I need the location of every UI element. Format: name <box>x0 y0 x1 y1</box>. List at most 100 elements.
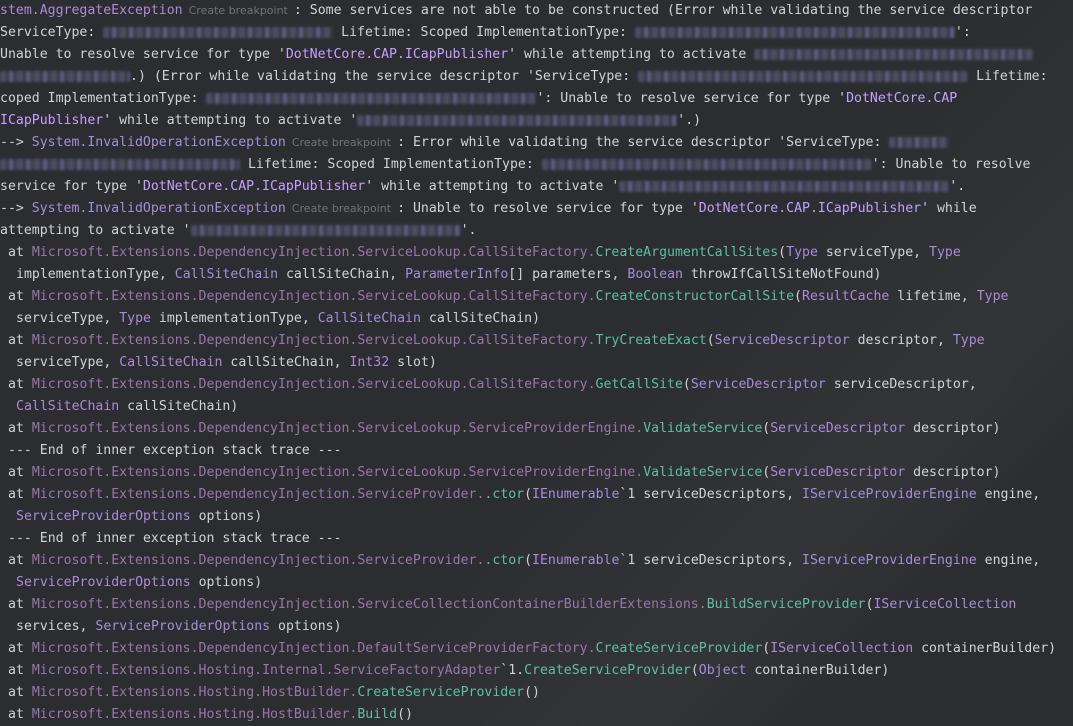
console-text: engine, <box>976 487 1041 502</box>
console-text: ServiceType: <box>0 25 104 40</box>
console-text: Type <box>929 245 961 260</box>
console-text: Lifetime: <box>968 69 1048 84</box>
console-text: at <box>8 707 32 722</box>
stack-frame-link[interactable]: Microsoft.Extensions.DependencyInjection… <box>32 465 643 480</box>
console-line: ICapPublisher' while attempting to activ… <box>0 110 1073 132</box>
console-text: serviceType, <box>817 245 930 260</box>
exception-type-link[interactable]: System.InvalidOperationException <box>32 201 286 216</box>
console-text: at <box>8 377 32 392</box>
stack-frame-link[interactable]: ValidateService <box>643 465 762 480</box>
redacted-text <box>0 70 130 82</box>
create-breakpoint-link[interactable]: Create breakpoint <box>288 136 395 149</box>
console-line: attempting to activate ' '. <box>0 220 1073 242</box>
console-text: --> <box>0 201 32 216</box>
stack-frame-link[interactable]: Microsoft.Extensions.DependencyInjection… <box>32 245 596 260</box>
stack-frame-link[interactable]: Microsoft.Extensions.DependencyInjection… <box>32 421 643 436</box>
console-text: Int32 <box>349 355 390 370</box>
console-text: options) <box>270 619 342 634</box>
console-text: serviceType, <box>16 311 120 326</box>
stack-frame-link[interactable]: Microsoft.Extensions.DependencyInjection… <box>32 487 485 502</box>
console-text: DotNetCore.CAP.ICapPublisher <box>698 201 922 216</box>
console-text: implementationType, <box>16 267 175 282</box>
console-text: `1 serviceDescriptors, <box>619 553 803 568</box>
console-line: ServiceProviderOptions options) <box>0 572 1073 594</box>
stack-frame-link[interactable]: Microsoft.Extensions.Hosting.HostBuilder… <box>32 707 358 722</box>
console-text: --- End of inner exception stack trace -… <box>8 531 342 546</box>
console-text: Lifetime: Scoped ImplementationType: <box>240 157 542 172</box>
console-text: IServiceCollection <box>873 597 1017 612</box>
create-breakpoint-link[interactable]: Create breakpoint <box>288 202 395 215</box>
console-text: at <box>8 465 32 480</box>
console-text: callSiteChain, <box>222 355 350 370</box>
console-line: at Microsoft.Extensions.DependencyInject… <box>0 418 1073 440</box>
stack-frame-link[interactable]: CreateConstructorCallSite <box>596 289 795 304</box>
console-text: Object <box>698 663 747 678</box>
console-text: at <box>8 553 32 568</box>
redacted-text <box>754 48 1035 60</box>
redacted-text <box>889 136 950 148</box>
console-text: ( <box>682 377 691 392</box>
console-text: ICapPublisher <box>0 113 104 128</box>
console-text: at <box>8 333 32 348</box>
console-text: ': <box>954 25 971 40</box>
stack-frame-link[interactable]: Microsoft.Extensions.DependencyInjection… <box>32 597 707 612</box>
console-line: --> System.InvalidOperationException Crea… <box>0 198 1073 220</box>
stack-frame-link[interactable]: Microsoft.Extensions.DependencyInjection… <box>32 641 596 656</box>
console-line: --- End of inner exception stack trace -… <box>0 528 1073 550</box>
console-text: containerBuilder) <box>746 663 890 678</box>
console-text: at <box>8 245 32 260</box>
console-text: at <box>8 663 32 678</box>
stack-frame-link[interactable]: Microsoft.Extensions.DependencyInjection… <box>32 553 485 568</box>
stack-frame-link[interactable]: Build <box>357 707 397 722</box>
console-text: Boolean <box>627 267 683 282</box>
console-line: at Microsoft.Extensions.DependencyInject… <box>0 594 1073 616</box>
console-text: throwIfCallSiteNotFound) <box>682 267 882 282</box>
stack-frame-link[interactable]: Microsoft.Extensions.Hosting.HostBuilder… <box>32 685 358 700</box>
console-text: ServiceProviderOptions <box>16 509 191 524</box>
console-text: descriptor) <box>905 465 1001 480</box>
console-text: ' while attempting to activate ' <box>365 179 620 194</box>
console-text: ( <box>524 553 533 568</box>
stack-frame-link[interactable]: Microsoft.Extensions.Hosting.Internal.Se… <box>32 663 500 678</box>
console-text: ( <box>706 333 715 348</box>
console-text: callSiteChain) <box>420 311 541 326</box>
redacted-text <box>206 92 537 104</box>
stack-frame-link[interactable]: Microsoft.Extensions.DependencyInjection… <box>32 333 596 348</box>
exception-type-link[interactable]: System.InvalidOperationException <box>32 135 286 150</box>
stack-frame-link[interactable]: Microsoft.Extensions.DependencyInjection… <box>32 377 596 392</box>
console-line: stem.AggregateException Create breakpoint… <box>0 0 1073 22</box>
console-text: ServiceDescriptor <box>690 377 826 392</box>
console-line: --- End of inner exception stack trace -… <box>0 440 1073 462</box>
stack-frame-link[interactable]: CreateServiceProvider <box>357 685 524 700</box>
console-line: coped ImplementationType: ': Unable to r… <box>0 88 1073 110</box>
console-text: : Error while validating the service des… <box>397 135 890 150</box>
stack-frame-link[interactable]: ValidateService <box>643 421 762 436</box>
console-text: at <box>8 597 32 612</box>
stack-frame-link[interactable]: CreateServiceProvider <box>524 663 691 678</box>
create-breakpoint-link[interactable]: Create breakpoint <box>185 4 292 17</box>
console-line: at Microsoft.Extensions.DependencyInject… <box>0 462 1073 484</box>
stack-frame-link[interactable]: Microsoft.Extensions.DependencyInjection… <box>32 289 596 304</box>
console-text: ': Unable to resolve service for type ' <box>536 91 847 106</box>
console-line: services, ServiceProviderOptions options… <box>0 616 1073 638</box>
stack-frame-link[interactable]: .ctor <box>484 553 524 568</box>
console-text: service for type ' <box>0 179 143 194</box>
redacted-text <box>619 180 950 192</box>
redacted-text <box>0 158 240 170</box>
console-text: : Unable to resolve service for type ' <box>397 201 699 216</box>
console-line: at Microsoft.Extensions.Hosting.HostBuil… <box>0 682 1073 704</box>
console-text: Type <box>119 311 151 326</box>
console-line: .) (Error while validating the service d… <box>0 66 1073 88</box>
console-text: Type <box>952 333 985 348</box>
console-text: ( <box>690 663 699 678</box>
stack-frame-link[interactable]: GetCallSite <box>596 377 683 392</box>
stack-frame-link[interactable]: CreateServiceProvider <box>596 641 763 656</box>
exception-type-link[interactable]: stem.AggregateException <box>0 3 183 18</box>
stack-frame-link[interactable]: TryCreateExact <box>596 333 707 348</box>
stack-frame-link[interactable]: BuildServiceProvider <box>707 597 866 612</box>
console-text: serviceType, <box>16 355 120 370</box>
console-line: ServiceType: Lifetime: Scoped Implementa… <box>0 22 1073 44</box>
stack-frame-link[interactable]: CreateArgumentCallSites <box>596 245 779 260</box>
stack-frame-link[interactable]: .ctor <box>484 487 524 502</box>
console-line: serviceType, Type implementationType, Ca… <box>0 308 1073 330</box>
